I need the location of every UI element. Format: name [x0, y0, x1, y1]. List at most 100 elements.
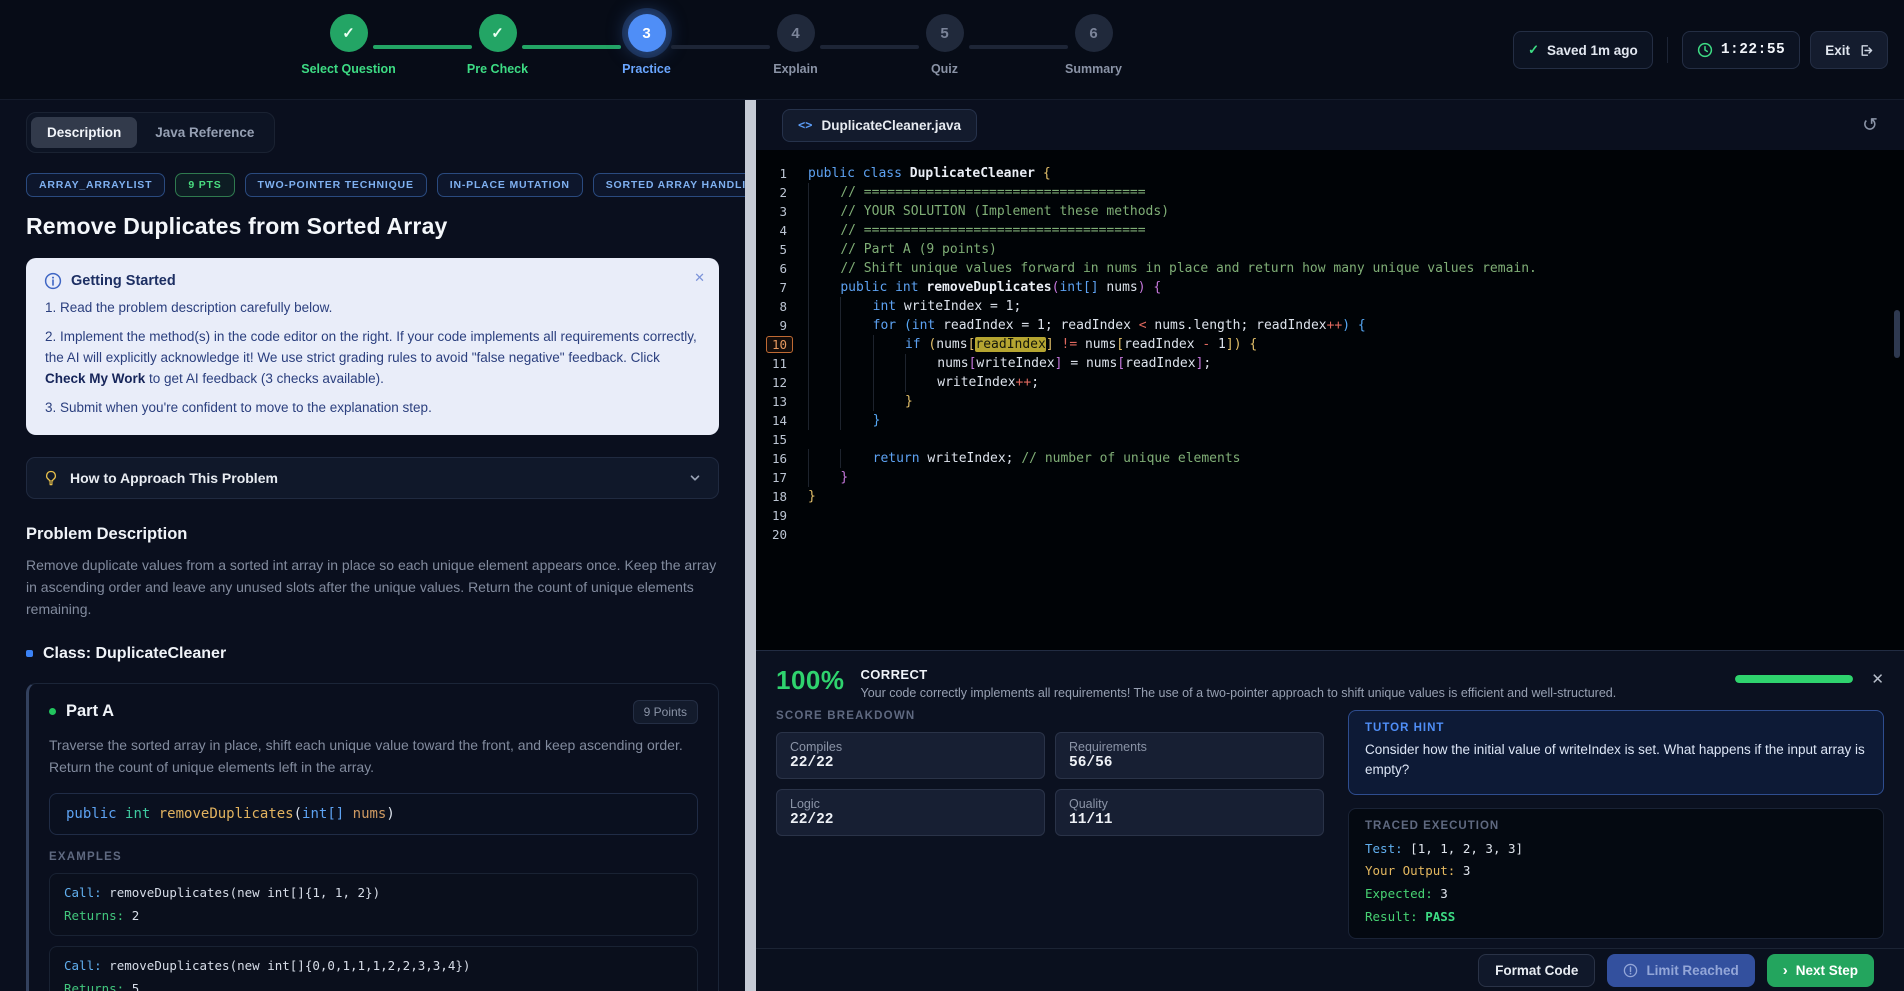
reset-icon[interactable]: ↺: [1862, 114, 1878, 137]
clock-icon: [1697, 42, 1713, 58]
next-step-label: Next Step: [1796, 963, 1858, 978]
pane-resizer[interactable]: [745, 100, 756, 991]
code-line: 13 }: [756, 392, 1904, 411]
getting-started-step: 2. Implement the method(s) in the code e…: [44, 327, 701, 390]
trace-row: Result: PASS: [1365, 909, 1867, 926]
traced-execution-label: TRACED EXECUTION: [1365, 820, 1867, 832]
next-step-button[interactable]: › Next Step: [1767, 954, 1874, 987]
approach-accordion[interactable]: How to Approach This Problem: [26, 457, 719, 499]
limit-reached-button[interactable]: Limit Reached: [1607, 954, 1754, 987]
chevron-down-icon: [688, 471, 702, 485]
step-number: 4: [777, 14, 815, 52]
line-number: 11: [756, 354, 808, 373]
line-number: 10: [756, 335, 808, 354]
code-line: 10 if (nums[readIndex] != nums[readIndex…: [756, 335, 1904, 354]
step-number: 3: [628, 14, 666, 52]
code-line: 15: [756, 430, 1904, 449]
format-code-button[interactable]: Format Code: [1478, 954, 1595, 987]
line-number: 14: [756, 411, 808, 430]
line-number: 12: [756, 373, 808, 392]
step-label: Explain: [773, 62, 817, 76]
close-icon[interactable]: ✕: [694, 270, 705, 286]
check-icon: ✓: [1528, 42, 1539, 58]
part-a-card: Part A 9 Points Traverse the sorted arra…: [26, 683, 719, 991]
save-status-badge: ✓ Saved 1m ago: [1513, 31, 1653, 69]
getting-started-step: 3. Submit when you're confident to move …: [44, 398, 701, 419]
trace-row: Your Output: 3: [1365, 863, 1867, 880]
points-badge: 9 Points: [633, 700, 698, 724]
line-number: 6: [756, 259, 808, 278]
tutor-hint-text: Consider how the initial value of writeI…: [1365, 740, 1867, 781]
info-icon: [44, 272, 62, 290]
bullet-icon: [26, 650, 33, 657]
score-card-value: 22/22: [790, 812, 1031, 828]
line-number: 16: [756, 449, 808, 468]
part-a-header: Part A 9 Points: [49, 700, 698, 724]
topic-badge: SORTED ARRAY HANDLING: [593, 173, 745, 197]
tab-description[interactable]: Description: [31, 117, 137, 148]
line-number: 13: [756, 392, 808, 411]
verdict-description: Your code correctly implements all requi…: [861, 686, 1617, 700]
feedback-side: TUTOR HINT Consider how the initial valu…: [1348, 710, 1884, 939]
score-card-label: Compiles: [790, 740, 1031, 754]
editor-file-tab[interactable]: <> DuplicateCleaner.java: [782, 109, 977, 142]
check-icon: ✓: [330, 14, 368, 52]
topic-badge: IN-PLACE MUTATION: [437, 173, 583, 197]
file-tab-label: DuplicateCleaner.java: [821, 118, 961, 133]
line-number: 20: [756, 525, 808, 544]
step-label: Practice: [622, 62, 671, 76]
feedback-header: 100% CORRECT Your code correctly impleme…: [776, 667, 1884, 700]
editor-scrollbar[interactable]: [1894, 310, 1900, 358]
problem-description-body: Remove duplicate values from a sorted in…: [26, 554, 719, 621]
code-editor[interactable]: 1public class DuplicateCleaner {2 // ===…: [756, 150, 1904, 650]
header-controls: ✓ Saved 1m ago 1:22:55 Exit: [1513, 31, 1888, 69]
code-line: 12 writeIndex++;: [756, 373, 1904, 392]
score-card-label: Logic: [790, 797, 1031, 811]
tab-java-reference[interactable]: Java Reference: [139, 117, 270, 148]
close-icon[interactable]: ✕: [1871, 670, 1884, 688]
code-line: 19: [756, 506, 1904, 525]
score-breakdown-grid: Compiles22/22Requirements56/56Logic22/22…: [776, 732, 1324, 836]
score-breakdown-label: SCORE BREAKDOWN: [776, 710, 1324, 722]
tutor-hint-card: TUTOR HINT Consider how the initial valu…: [1348, 710, 1884, 795]
getting-started-callout: Getting Started ✕ 1. Read the problem de…: [26, 258, 719, 435]
topic-badge: ARRAY_ARRAYLIST: [26, 173, 165, 197]
bullet-icon: [49, 708, 56, 715]
trace-row: Expected: 3: [1365, 886, 1867, 903]
check-icon: ✓: [479, 14, 517, 52]
step-number: 5: [926, 14, 964, 52]
getting-started-title: Getting Started: [71, 273, 176, 289]
topic-badges: ARRAY_ARRAYLIST9 PTSTWO-POINTER TECHNIQU…: [26, 173, 719, 197]
code-line: 11 nums[writeIndex] = nums[readIndex];: [756, 354, 1904, 373]
problem-panel: DescriptionJava Reference ARRAY_ARRAYLIS…: [0, 100, 745, 991]
exit-button[interactable]: Exit: [1810, 31, 1888, 69]
code-line: 8 int writeIndex = 1;: [756, 297, 1904, 316]
problem-title: Remove Duplicates from Sorted Array: [26, 213, 719, 240]
progress-stepper: ✓Select Question✓Pre Check3Practice4Expl…: [274, 14, 1174, 84]
code-line: 4 // ===================================…: [756, 221, 1904, 240]
code-line: 1public class DuplicateCleaner {: [756, 164, 1904, 183]
timer-value: 1:22:55: [1721, 42, 1785, 58]
line-number: 8: [756, 297, 808, 316]
app-window: ✓Select Question✓Pre Check3Practice4Expl…: [0, 0, 1904, 991]
method-signature: public int removeDuplicates(int[] nums): [49, 793, 698, 835]
line-number: 18: [756, 487, 808, 506]
exit-label: Exit: [1825, 43, 1850, 58]
example-item: Call: removeDuplicates(new int[]{0,0,1,1…: [49, 946, 698, 991]
line-number: 2: [756, 183, 808, 202]
code-line: 20: [756, 525, 1904, 544]
step-label: Quiz: [931, 62, 958, 76]
topic-badge: TWO-POINTER TECHNIQUE: [245, 173, 427, 197]
code-line: 16 return writeIndex; // number of uniqu…: [756, 449, 1904, 468]
step-label: Pre Check: [467, 62, 528, 76]
code-icon: <>: [798, 118, 812, 132]
score-percent: 100%: [776, 667, 845, 693]
line-number: 17: [756, 468, 808, 487]
step-summary[interactable]: 6Summary: [1019, 14, 1168, 76]
getting-started-header: Getting Started: [44, 272, 701, 290]
getting-started-steps: 1. Read the problem description carefull…: [44, 298, 701, 419]
feedback-panel: 100% CORRECT Your code correctly impleme…: [756, 650, 1904, 948]
score-card-requirements: Requirements56/56: [1055, 732, 1324, 779]
save-status-text: Saved 1m ago: [1547, 43, 1638, 58]
header-divider: [1667, 37, 1668, 63]
